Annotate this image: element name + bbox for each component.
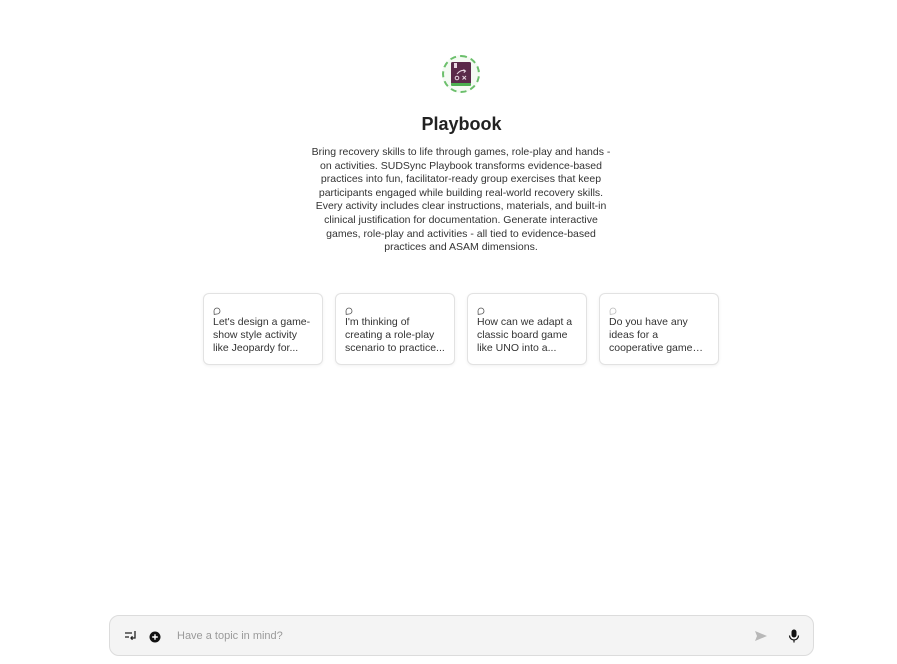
suggestion-cards: Let's design a game-show style activity … — [203, 293, 719, 365]
chat-composer — [109, 615, 814, 656]
add-attachment-button[interactable] — [147, 629, 163, 645]
playbook-logo — [442, 55, 480, 93]
enter-mode-icon — [125, 631, 136, 641]
suggestion-card-3[interactable]: How can we adapt a classic board game li… — [467, 293, 587, 365]
enter-mode-button[interactable] — [123, 628, 139, 644]
topic-input[interactable] — [177, 626, 737, 646]
page-title: Playbook — [421, 114, 502, 134]
playbook-book-icon — [451, 62, 471, 86]
suggestion-card-2[interactable]: I'm thinking of creating a role-play sce… — [335, 293, 455, 365]
suggestion-text: I'm thinking of creating a role-play sce… — [345, 316, 445, 354]
chat-bubble-icon — [609, 307, 617, 315]
send-button[interactable] — [753, 628, 769, 644]
chat-bubble-icon — [345, 307, 353, 315]
suggestion-card-1[interactable]: Let's design a game-show style activity … — [203, 293, 323, 365]
chat-bubble-icon — [477, 307, 485, 315]
playbook-page: Playbook Bring recovery skills to life t… — [0, 0, 897, 664]
suggestion-text: Let's design a game-show style activity … — [213, 316, 311, 354]
suggestion-text: Do you have any ideas for a cooperative … — [609, 316, 693, 354]
page-description: Bring recovery skills to life through ga… — [311, 146, 611, 254]
microphone-icon — [788, 629, 800, 643]
plus-circle-icon — [149, 631, 161, 643]
send-icon — [755, 631, 767, 641]
microphone-button[interactable] — [786, 628, 802, 644]
suggestion-text: How can we adapt a classic board game li… — [477, 316, 573, 354]
chat-bubble-icon — [213, 307, 221, 315]
suggestion-card-4[interactable]: Do you have any ideas for a cooperative … — [599, 293, 719, 365]
